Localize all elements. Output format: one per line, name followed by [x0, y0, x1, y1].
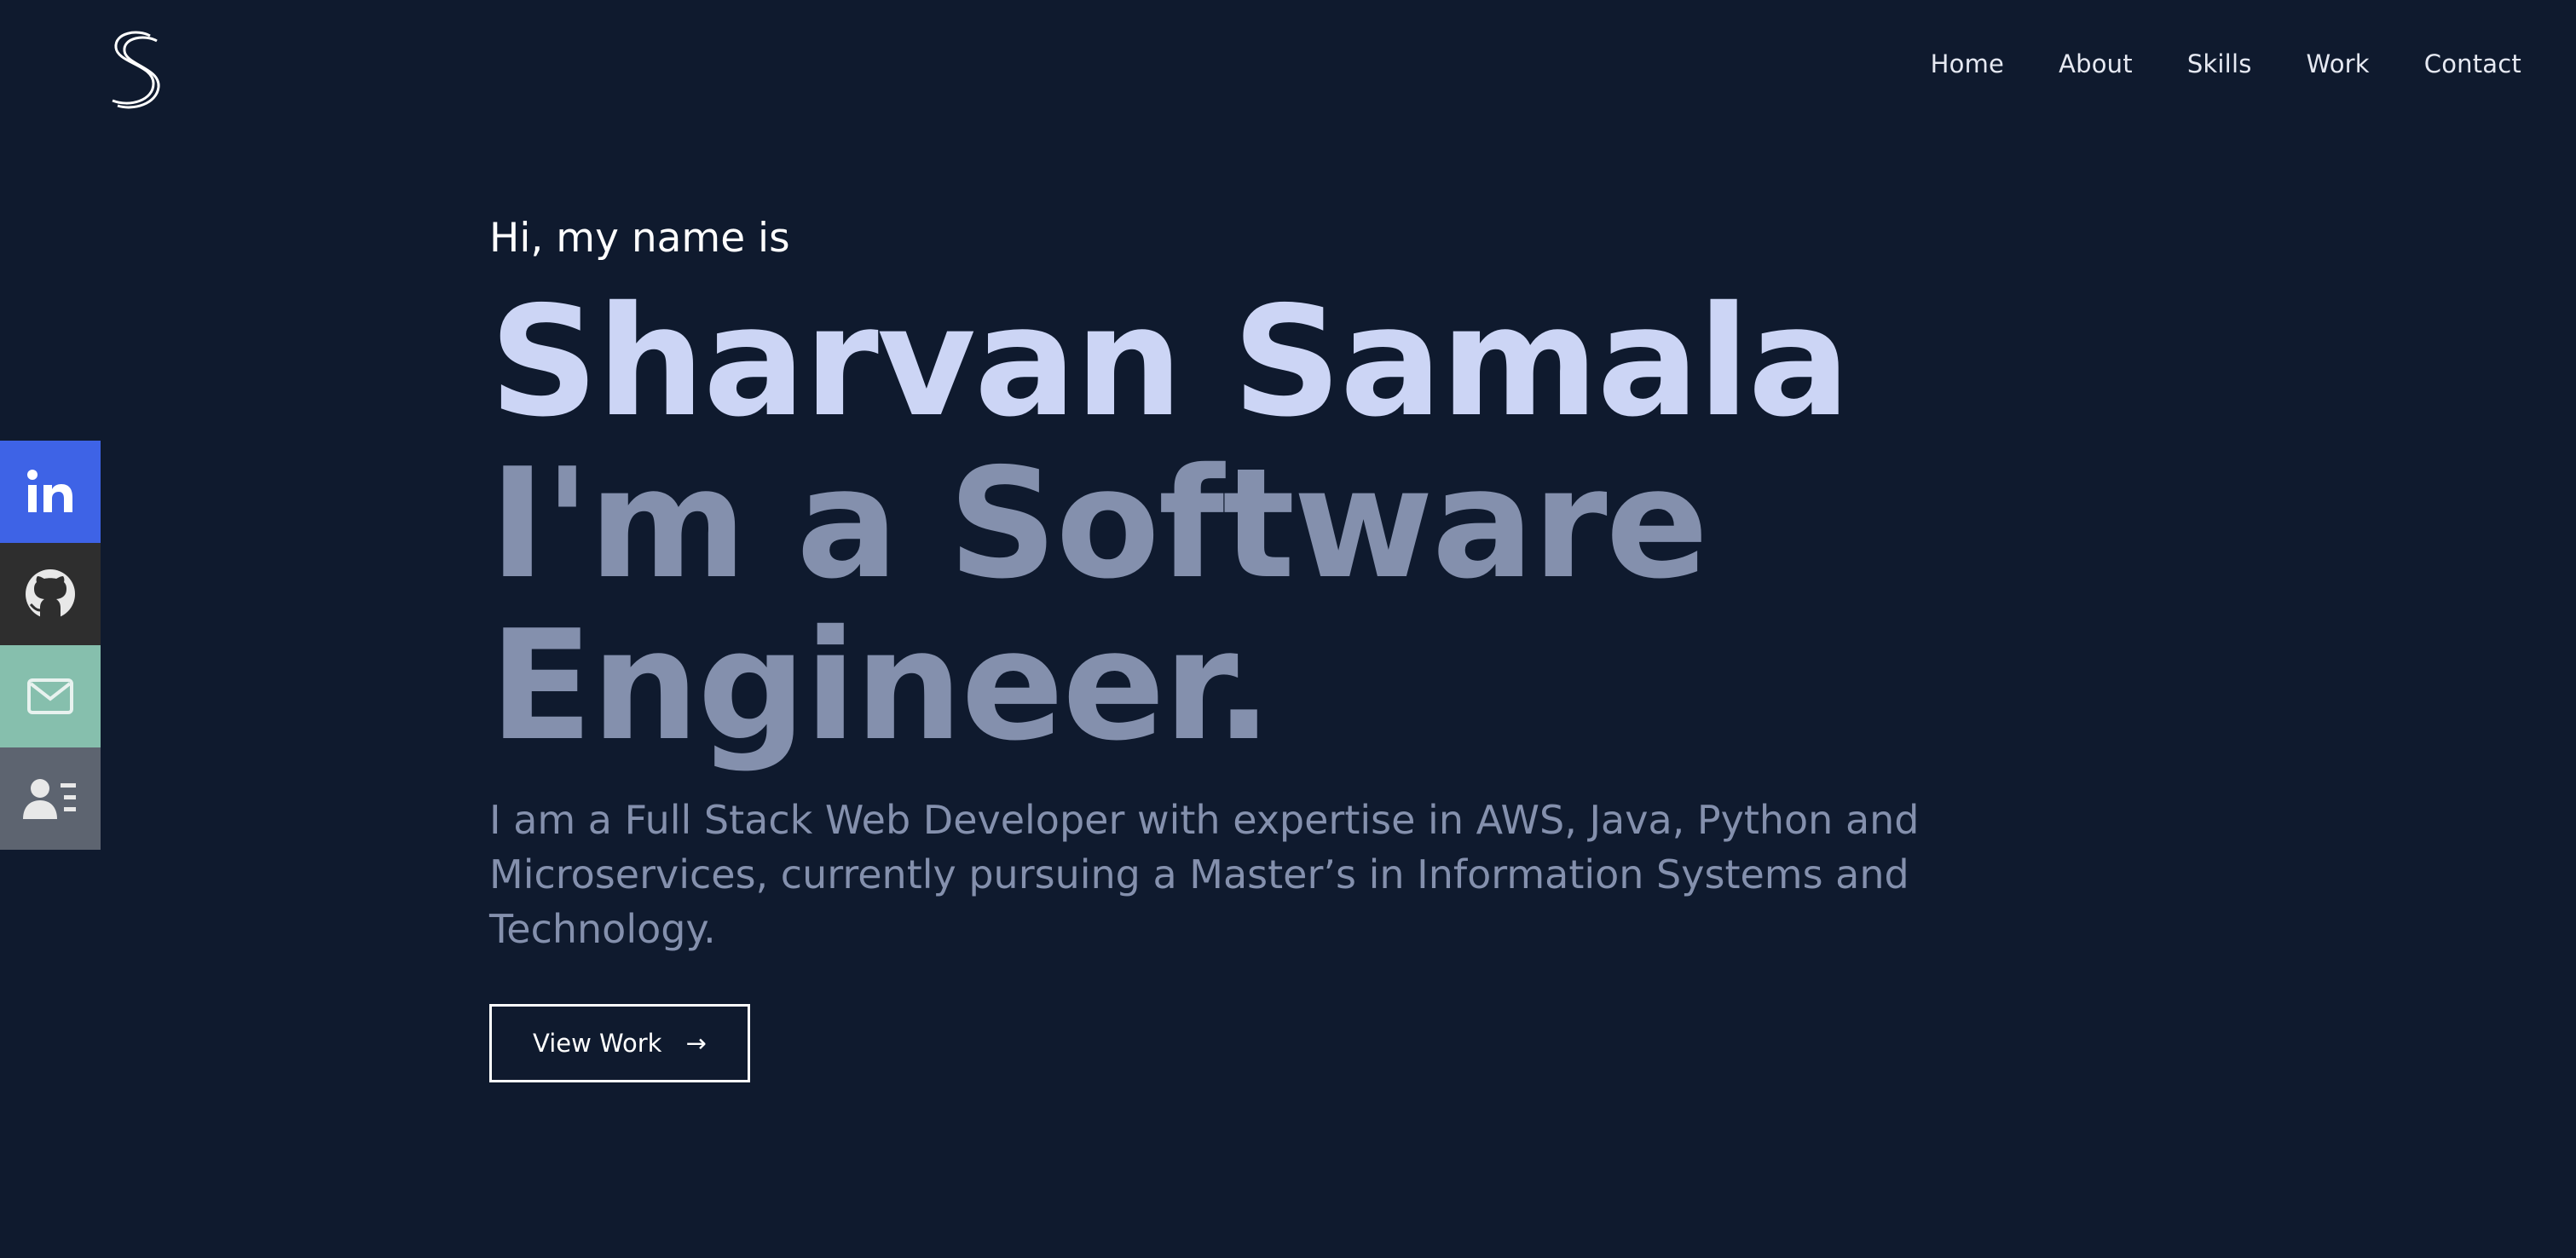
logo-icon [112, 31, 160, 109]
email-link[interactable] [0, 645, 101, 747]
github-icon [26, 569, 75, 619]
github-link[interactable] [0, 543, 101, 645]
resume-link[interactable] [0, 747, 101, 850]
logo[interactable] [104, 26, 165, 111]
nav-item-contact[interactable]: Contact [2424, 49, 2521, 78]
linkedin-link[interactable] [0, 441, 101, 543]
linkedin-icon [27, 470, 72, 512]
nav-item-skills[interactable]: Skills [2187, 49, 2252, 78]
nav-item-home[interactable]: Home [1931, 49, 2004, 78]
hero-name: Sharvan Samala [489, 274, 1851, 450]
resume-icon [23, 779, 76, 819]
hero-role: I'm a Software Engineer. [489, 436, 1708, 774]
arrow-right-icon: → [685, 1029, 707, 1058]
hero-description: I am a Full Stack Web Developer with exp… [489, 797, 1920, 952]
main-nav: Home About Skills Work Contact [1931, 49, 2521, 78]
mail-icon [27, 678, 73, 714]
hero-section: Hi, my name is Sharvan Samala I'm a Soft… [489, 213, 2109, 1082]
page: Home About Skills Work Contact Hi, my na… [0, 0, 2576, 1258]
greeting-text: Hi, my name is [489, 215, 790, 262]
view-work-button[interactable]: View Work → [489, 1004, 750, 1082]
social-sidebar [0, 441, 101, 850]
nav-item-work[interactable]: Work [2307, 49, 2370, 78]
view-work-label: View Work [533, 1029, 662, 1058]
nav-item-about[interactable]: About [2059, 49, 2133, 78]
